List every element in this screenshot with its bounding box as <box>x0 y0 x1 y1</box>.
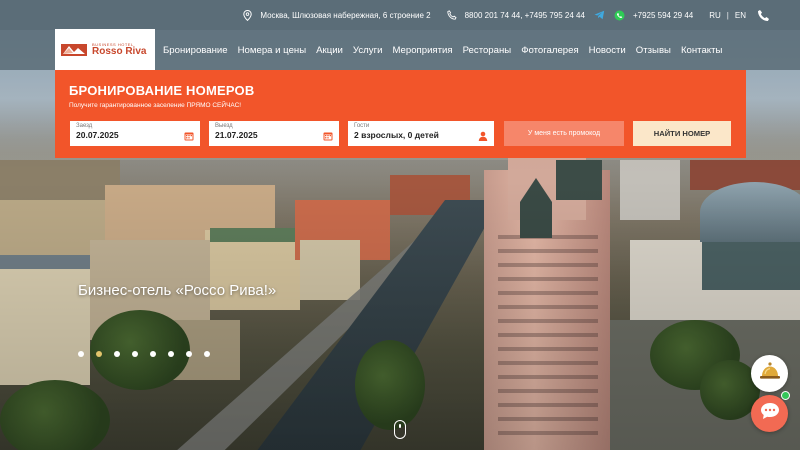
lang-ru[interactable]: RU <box>709 11 721 20</box>
nav-item-news[interactable]: Новости <box>589 45 626 56</box>
booking-subtitle: Получите гарантированное заселение ПРЯМО… <box>69 102 242 109</box>
checkin-label: Заезд <box>76 123 93 129</box>
chat-bubble-icon <box>760 402 780 425</box>
guests-label: Гости <box>354 123 370 129</box>
nav-item-rooms[interactable]: Номера и цены <box>238 45 306 56</box>
slider-dot-4[interactable] <box>132 351 138 357</box>
phones[interactable]: 8800 201 74 44, +7495 795 24 44 <box>445 8 585 22</box>
booking-title: БРОНИРОВАНИЕ НОМЕРОВ <box>69 83 255 98</box>
location-pin-icon <box>240 8 254 22</box>
guests-value: 2 взрослых, 0 детей <box>354 130 439 140</box>
nav-item-events[interactable]: Мероприятия <box>392 45 452 56</box>
calendar-icon <box>323 128 333 141</box>
hotel-logo[interactable]: BUSINESS HOTEL Rosso Riva <box>55 29 155 71</box>
nav-item-contacts[interactable]: Контакты <box>681 45 722 56</box>
nav-item-restaurants[interactable]: Рестораны <box>463 45 512 56</box>
lang-en[interactable]: EN <box>735 11 746 20</box>
lang-separator: | <box>726 10 729 20</box>
address[interactable]: Москва, Шлюзовая набережная, 6 строение … <box>240 8 431 22</box>
guests-field[interactable]: Гости 2 взрослых, 0 детей <box>348 121 494 146</box>
logo-name: Rosso Riva <box>92 46 147 57</box>
checkout-field[interactable]: Выезд 21.07.2025 <box>209 121 339 146</box>
scroll-down-mouse-icon[interactable] <box>394 420 406 439</box>
slider-dot-6[interactable] <box>168 351 174 357</box>
chat-button[interactable] <box>751 395 788 432</box>
nav-item-booking[interactable]: Бронирование <box>163 45 228 56</box>
slide-title: Бизнес-отель «Россо Рива!» <box>78 282 277 299</box>
calendar-icon <box>184 128 194 141</box>
nav-item-promos[interactable]: Акции <box>316 45 343 56</box>
checkout-value: 21.07.2025 <box>215 130 258 140</box>
nav-item-gallery[interactable]: Фотогалерея <box>521 45 578 56</box>
slider-dots <box>78 351 222 357</box>
slider-dot-1[interactable] <box>78 351 84 357</box>
address-text: Москва, Шлюзовая набережная, 6 строение … <box>260 10 431 20</box>
checkin-value: 20.07.2025 <box>76 130 119 140</box>
slider-dot-7[interactable] <box>186 351 192 357</box>
telegram-icon[interactable] <box>593 8 607 22</box>
mobile-phone[interactable]: +7925 594 29 44 <box>633 11 693 20</box>
checkout-label: Выезд <box>215 123 233 129</box>
online-status-indicator <box>781 391 790 400</box>
slider-dot-8[interactable] <box>204 351 210 357</box>
promo-code-button[interactable]: У меня есть промокод <box>504 121 624 146</box>
slider-dot-5[interactable] <box>150 351 156 357</box>
language-switcher: RU | EN <box>709 11 746 20</box>
reception-bell-icon <box>759 361 781 386</box>
nav-item-reviews[interactable]: Отзывы <box>636 45 671 56</box>
top-bar: Москва, Шлюзовая набережная, 6 строение … <box>0 0 800 30</box>
user-icon <box>478 128 488 141</box>
nav-item-services[interactable]: Услуги <box>353 45 383 56</box>
slider-dot-3[interactable] <box>114 351 120 357</box>
slider-dot-2[interactable] <box>96 351 102 357</box>
logo-mark-icon <box>60 40 88 60</box>
booking-panel: БРОНИРОВАНИЕ НОМЕРОВ Получите гарантиров… <box>55 70 746 158</box>
phones-text: 8800 201 74 44, +7495 795 24 44 <box>464 10 585 20</box>
phone-handset-icon[interactable] <box>756 8 770 22</box>
main-menu: Бронирование Номера и цены Акции Услуги … <box>158 30 727 70</box>
phone-icon <box>445 8 459 22</box>
checkin-field[interactable]: Заезд 20.07.2025 <box>70 121 200 146</box>
reception-bell-button[interactable] <box>751 355 788 392</box>
logo-text: BUSINESS HOTEL Rosso Riva <box>92 43 146 57</box>
find-room-button[interactable]: НАЙТИ НОМЕР <box>633 121 731 146</box>
whatsapp-icon[interactable] <box>613 8 627 22</box>
